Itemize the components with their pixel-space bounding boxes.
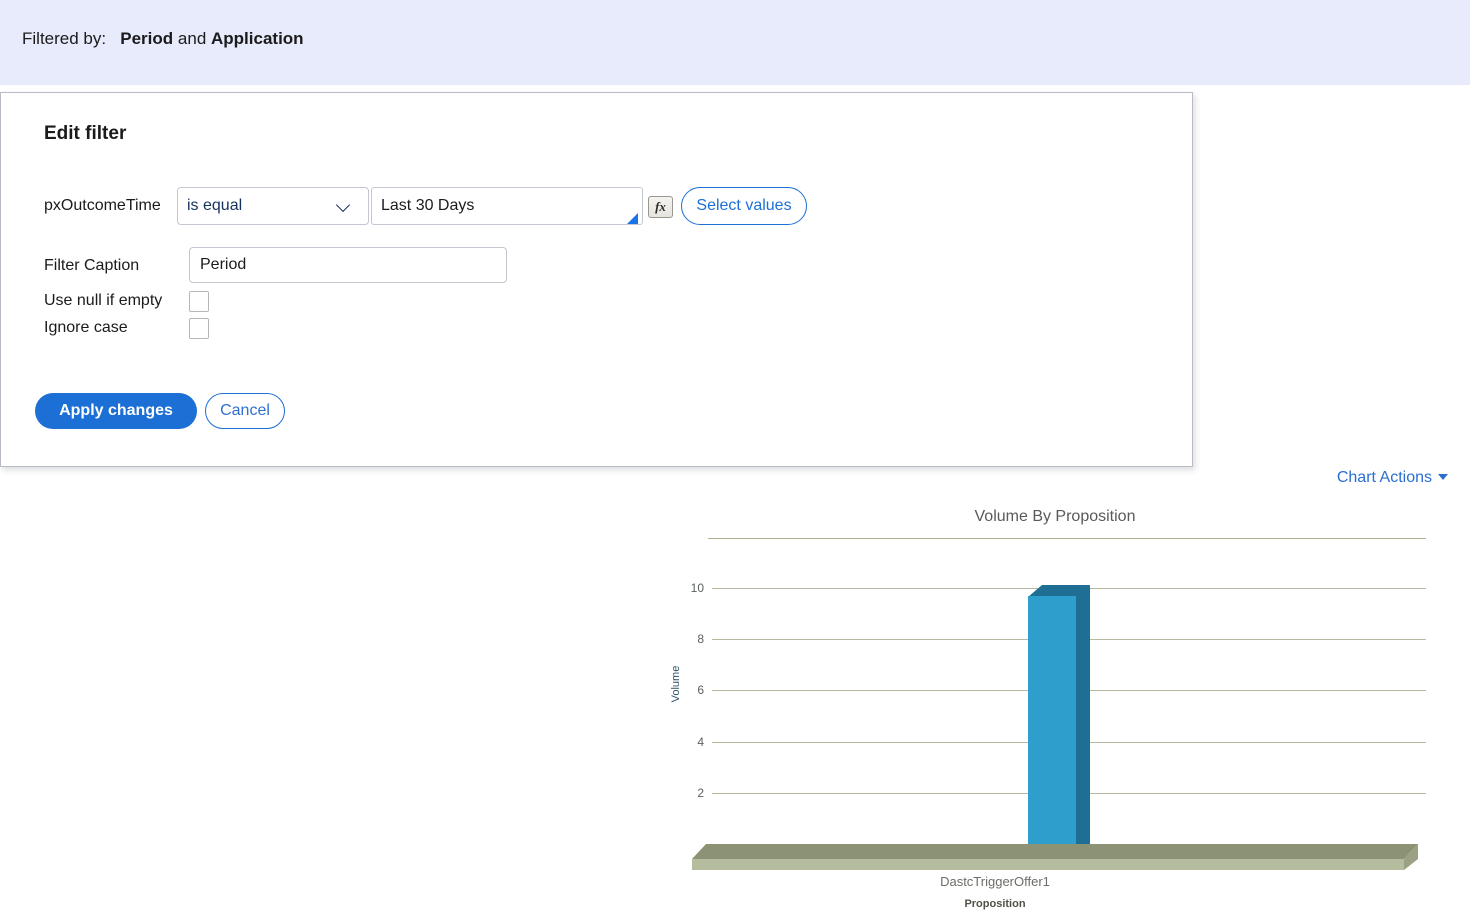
cancel-button[interactable]: Cancel [205, 393, 285, 429]
filtered-by-banner: Filtered by: Period and Application [0, 0, 1470, 85]
filter-caption-label: Filter Caption [44, 257, 140, 274]
filtered-by-text: Filtered by: Period and Application [22, 29, 304, 49]
x-tick-label: DastcTriggerOffer1 [940, 874, 1050, 889]
chart-top-rule [708, 538, 1426, 539]
chart-floor-top [692, 844, 1418, 859]
chart-actions-label: Chart Actions [1336, 469, 1432, 486]
filter-value-input[interactable] [371, 187, 643, 225]
edit-filter-panel: Edit filter pxOutcomeTime is equal fx Se… [0, 92, 1193, 467]
caret-down-icon [1438, 474, 1448, 480]
ignore-case-checkbox[interactable] [189, 318, 209, 339]
screen-root: Filtered by: Period and Application Edit… [0, 0, 1470, 920]
x-axis-title: Proposition [964, 898, 1026, 910]
filter-caption-input[interactable] [189, 247, 507, 283]
select-values-button[interactable]: Select values [681, 187, 807, 225]
chart-actions-menu[interactable]: Chart Actions [1337, 469, 1448, 487]
filter-conjunction: and [177, 29, 207, 48]
volume-by-proposition-chart: Volume By Proposition Volume 10 8 6 4 2 … [660, 500, 1450, 920]
y-tick-label: 6 [697, 683, 704, 697]
operator-select[interactable]: is equal [177, 187, 369, 225]
y-tick-label: 8 [697, 632, 704, 646]
use-null-checkbox[interactable] [189, 291, 209, 312]
chart-floor-front [692, 859, 1404, 870]
x-tick-row: DastcTriggerOffer1 [660, 874, 1450, 889]
property-name-label: pxOutcomeTime [44, 197, 161, 214]
panel-title: Edit filter [44, 123, 127, 144]
use-null-label: Use null if empty [44, 292, 163, 309]
chart-title: Volume By Proposition [974, 508, 1136, 525]
filter-chip-period[interactable]: Period [120, 29, 173, 48]
y-tick-label: 10 [690, 581, 704, 595]
ignore-case-label: Ignore case [44, 319, 128, 336]
apply-changes-button[interactable]: Apply changes [35, 393, 197, 429]
filtered-by-prefix: Filtered by: [22, 29, 107, 48]
bar-side-face [1076, 585, 1090, 859]
y-tick-label: 4 [697, 735, 704, 749]
y-tick-label: 2 [697, 786, 704, 800]
filter-chip-application[interactable]: Application [211, 29, 304, 48]
bar-dastctriggeroffer1[interactable] [1028, 596, 1076, 859]
fx-expression-button[interactable]: fx [648, 196, 673, 218]
x-axis-title-row: Proposition [660, 898, 1450, 910]
